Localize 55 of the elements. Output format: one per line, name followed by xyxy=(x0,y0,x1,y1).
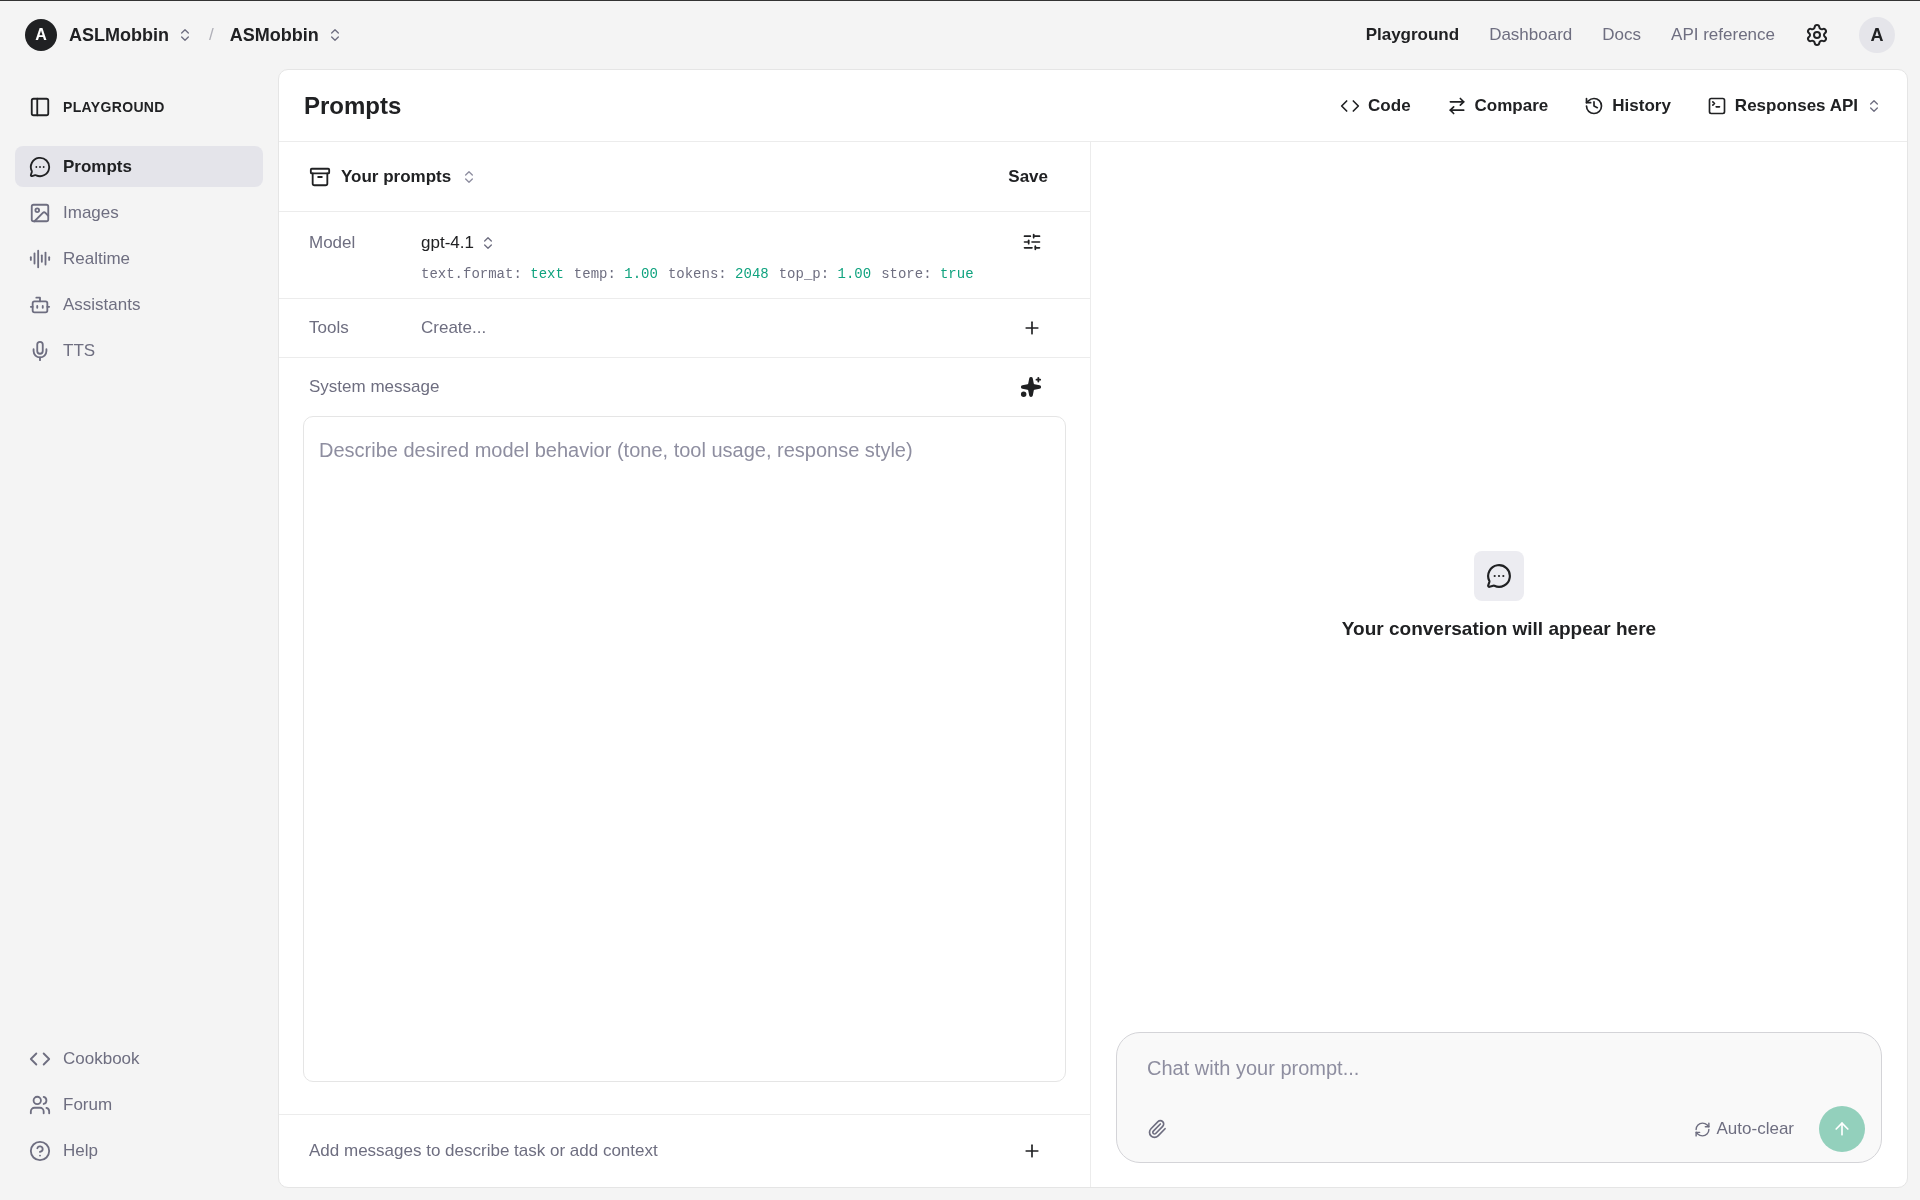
page-title: Prompts xyxy=(304,90,402,121)
chat-input[interactable]: Chat with your prompt... xyxy=(1147,1053,1851,1083)
model-parameter: tokens: 2048 xyxy=(667,264,769,284)
org-avatar: A xyxy=(25,19,57,51)
toolbar-button[interactable]: History xyxy=(1584,92,1671,119)
terminal-icon xyxy=(1706,95,1727,116)
add-messages-label: Add messages to describe task or add context xyxy=(309,1140,658,1163)
sidebar-item[interactable]: Prompts xyxy=(15,146,263,187)
model-parameter: top_p: 1.00 xyxy=(778,264,872,284)
system-message-label: System message xyxy=(309,376,440,399)
create-tool-button[interactable]: Create... xyxy=(421,315,487,341)
settings-icon[interactable] xyxy=(1805,23,1829,47)
model-dropdown[interactable]: gpt-4.1 xyxy=(421,230,496,256)
people-icon xyxy=(29,1094,51,1116)
sidebar-item[interactable]: TTS xyxy=(15,330,263,371)
breadcrumb-dropdown[interactable]: ASMobbin xyxy=(229,21,343,49)
model-label: Model xyxy=(309,232,357,254)
paperclip-icon[interactable] xyxy=(1147,1119,1167,1139)
toolbar-button[interactable]: Compare xyxy=(1446,92,1549,119)
audio-icon xyxy=(29,247,51,270)
sidebar-item[interactable]: Realtime xyxy=(15,238,263,279)
breadcrumb-dropdown[interactable]: A ASLMobbin xyxy=(25,19,193,51)
sidebar-item[interactable]: Images xyxy=(15,192,263,233)
toolbar-button[interactable]: Code xyxy=(1340,92,1411,119)
empty-state-text: Your conversation will appear here xyxy=(1341,616,1657,641)
sidebar-toggle-icon[interactable] xyxy=(29,96,51,118)
sidebar-item[interactable]: Assistants xyxy=(15,284,263,325)
nav-link[interactable]: Playground xyxy=(1365,22,1460,48)
prompts-dropdown[interactable]: Your prompts xyxy=(309,163,478,190)
box-icon xyxy=(309,165,331,188)
sidebar-link[interactable]: Forum xyxy=(15,1082,263,1128)
chat-icon xyxy=(29,155,51,178)
nav-link[interactable]: Dashboard xyxy=(1489,22,1573,48)
user-avatar[interactable]: A xyxy=(1859,17,1895,53)
refresh-icon xyxy=(1693,1120,1711,1138)
auto-clear-button[interactable]: Auto-clear xyxy=(1693,1116,1794,1142)
nav-link[interactable]: API reference xyxy=(1671,22,1775,48)
sliders-icon[interactable] xyxy=(1022,232,1042,252)
image-icon xyxy=(29,201,51,224)
sidebar-title: PLAYGROUND xyxy=(63,97,165,117)
nav-link[interactable]: Docs xyxy=(1602,22,1642,48)
toolbar-button[interactable]: Responses API xyxy=(1706,92,1882,119)
breadcrumb-separator: / xyxy=(209,24,214,47)
help-icon xyxy=(29,1140,51,1162)
model-parameter: text.format: text xyxy=(421,264,564,284)
model-parameter: temp: 1.00 xyxy=(573,264,658,284)
system-message-field[interactable]: Describe desired model behavior (tone, tool usage, response style) xyxy=(303,416,1066,1082)
history-icon xyxy=(1584,95,1605,116)
tools-label: Tools xyxy=(309,317,350,340)
model-parameter: store: true xyxy=(881,264,974,284)
sparkle-icon[interactable] xyxy=(1020,376,1042,398)
sidebar-link[interactable]: Cookbook xyxy=(15,1036,263,1082)
save-button[interactable]: Save xyxy=(1008,163,1048,190)
sidebar-link[interactable]: Help xyxy=(15,1128,263,1174)
chat-icon xyxy=(1486,562,1512,589)
